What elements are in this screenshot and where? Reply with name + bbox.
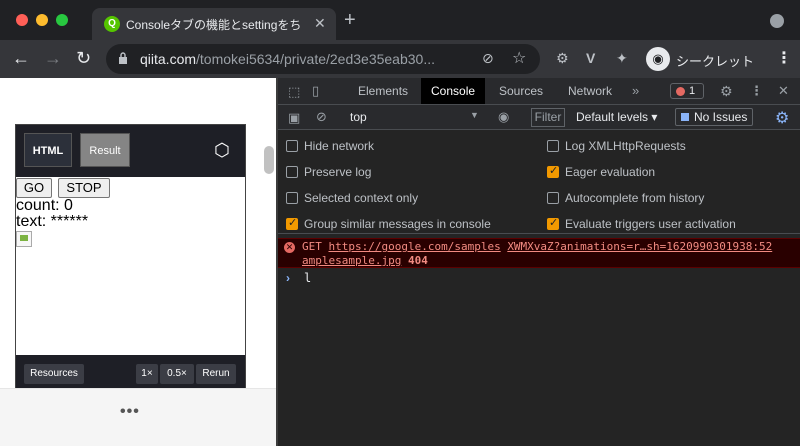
codepen-header: HTML Result ⬡	[16, 125, 245, 177]
browser-tab[interactable]: Q Consoleタブの機能とsettingをち ✕	[92, 8, 336, 40]
codepen-tab-html[interactable]: HTML	[24, 133, 72, 167]
checkbox[interactable]	[547, 140, 559, 152]
rerun-button[interactable]: Rerun	[196, 364, 236, 384]
stop-button[interactable]: STOP	[58, 178, 110, 198]
tab-title: Consoleタブの機能とsettingをち	[126, 18, 302, 32]
console-settings-gear-icon[interactable]: ⚙	[775, 108, 789, 128]
context-selector[interactable]: top	[350, 110, 367, 124]
devtools-close-icon[interactable]: ✕	[778, 83, 789, 99]
inspect-element-icon[interactable]: ⬚	[288, 84, 300, 100]
console-toolbar: ▣ ⊘ top ▼ ◉ Filter Default levels ▾ No I…	[278, 105, 800, 130]
back-button[interactable]: ←	[12, 48, 30, 68]
more-tabs-icon[interactable]: »	[632, 83, 639, 98]
broken-image-icon	[16, 231, 32, 247]
browser-menu-icon[interactable]: ⋮	[776, 48, 792, 68]
extension-gear-icon[interactable]: ⚙	[556, 50, 569, 67]
console-prompt-chevron-icon: ›	[286, 271, 290, 285]
go-button[interactable]: GO	[16, 178, 52, 198]
codepen-footer: Resources 1× 0.5× Rerun	[16, 355, 245, 388]
url-text: qiita.com/tomokei5634/private/2ed3e35eab…	[140, 51, 435, 67]
device-toolbar-icon[interactable]: ▯	[312, 83, 319, 99]
filter-input[interactable]: Filter	[531, 108, 565, 127]
error-url-link[interactable]: https://google.com/samples	[329, 240, 501, 253]
codepen-result-area: GO STOP count: 0 text: ******	[16, 177, 245, 355]
forward-button[interactable]: →	[44, 48, 62, 68]
clear-console-icon[interactable]: ⊘	[316, 109, 327, 125]
devtools-settings-gear-icon[interactable]: ⚙	[720, 83, 733, 100]
checkbox[interactable]	[286, 140, 298, 152]
chevron-down-icon: ▼	[470, 110, 479, 120]
tab-close-icon[interactable]: ✕	[314, 15, 326, 32]
tab-elements[interactable]: Elements	[348, 78, 418, 104]
devtools-tab-bar: ⬚ ▯ Elements Console Sources Network » 1…	[278, 78, 800, 105]
devtools-panel: ⬚ ▯ Elements Console Sources Network » 1…	[278, 78, 800, 446]
page-scrollbar[interactable]	[264, 146, 274, 174]
tab-network[interactable]: Network	[558, 78, 622, 104]
console-input[interactable]: l	[304, 271, 311, 285]
checkbox[interactable]	[286, 216, 298, 230]
console-settings-pane: Hide network Log XMLHttpRequests Preserv…	[278, 130, 800, 234]
address-bar[interactable]: qiita.com/tomokei5634/private/2ed3e35eab…	[106, 44, 540, 74]
bookmark-star-icon[interactable]: ☆	[512, 48, 526, 68]
page-bottom-bar: •••	[0, 388, 276, 446]
checkbox[interactable]	[547, 216, 559, 230]
text-output: text: ******	[16, 213, 89, 230]
tab-sources[interactable]: Sources	[489, 78, 553, 104]
more-options-icon[interactable]: •••	[120, 403, 140, 421]
codepen-embed: HTML Result ⬡ GO STOP count: 0 text: ***…	[15, 124, 246, 388]
resources-button[interactable]: Resources	[24, 364, 84, 384]
tab-console[interactable]: Console	[421, 78, 486, 104]
tab-search-button[interactable]	[770, 14, 784, 28]
browser-tab-strip: Q Consoleタブの機能とsettingをち ✕ +	[0, 0, 800, 40]
error-status: 404	[407, 254, 428, 267]
extension-v-icon[interactable]: V	[586, 50, 595, 66]
incognito-label: シークレット	[676, 54, 755, 69]
checkbox[interactable]	[286, 166, 298, 178]
close-window-button[interactable]	[16, 14, 28, 26]
minimize-window-button[interactable]	[36, 14, 48, 26]
error-line-2: amplesample.jpg 404	[302, 254, 428, 268]
issues-button[interactable]: No Issues	[675, 108, 753, 126]
checkbox[interactable]	[547, 192, 559, 204]
console-error-message: ✕ GET https://google.com/samples XWMXvaZ…	[278, 238, 800, 268]
zoom-window-button[interactable]	[56, 14, 68, 26]
incognito-icon: ◉	[646, 47, 670, 71]
error-count-badge[interactable]: 1	[670, 83, 704, 99]
zoom-05x-button[interactable]: 0.5×	[160, 364, 194, 384]
browser-toolbar: ← → ↻ qiita.com/tomokei5634/private/2ed3…	[0, 40, 800, 78]
qiita-favicon-icon: Q	[104, 16, 120, 32]
error-icon: ✕	[284, 242, 295, 253]
show-sidebar-icon[interactable]: ▣	[288, 110, 300, 126]
issues-icon	[681, 113, 689, 121]
error-line-1: GET https://google.com/samples XWMXvaZ?a…	[302, 240, 773, 253]
tracking-blocked-eye-icon[interactable]: ⊘	[482, 50, 494, 67]
error-file-link[interactable]: amplesample.jpg	[302, 254, 401, 267]
error-source-link[interactable]: XWMXvaZ?animations=r…sh=1620990301938:52	[507, 240, 772, 253]
codepen-logo-icon[interactable]: ⬡	[214, 140, 230, 161]
log-levels-dropdown[interactable]: Default levels ▾	[576, 110, 657, 124]
live-expression-eye-icon[interactable]: ◉	[498, 109, 509, 125]
error-dot-icon	[676, 87, 685, 96]
lock-icon	[119, 52, 127, 64]
new-tab-button[interactable]: +	[344, 10, 356, 30]
checkbox[interactable]	[547, 164, 559, 178]
devtools-menu-icon[interactable]: ⋮	[750, 83, 763, 99]
extensions-puzzle-icon[interactable]: ✦	[616, 50, 628, 67]
reload-button[interactable]: ↻	[76, 48, 91, 68]
zoom-1x-button[interactable]: 1×	[136, 364, 158, 384]
count-text: count: 0	[16, 197, 73, 214]
codepen-tab-result[interactable]: Result	[80, 133, 130, 167]
incognito-profile-chip[interactable]: ◉ シークレット	[644, 45, 764, 73]
checkbox[interactable]	[286, 192, 298, 204]
